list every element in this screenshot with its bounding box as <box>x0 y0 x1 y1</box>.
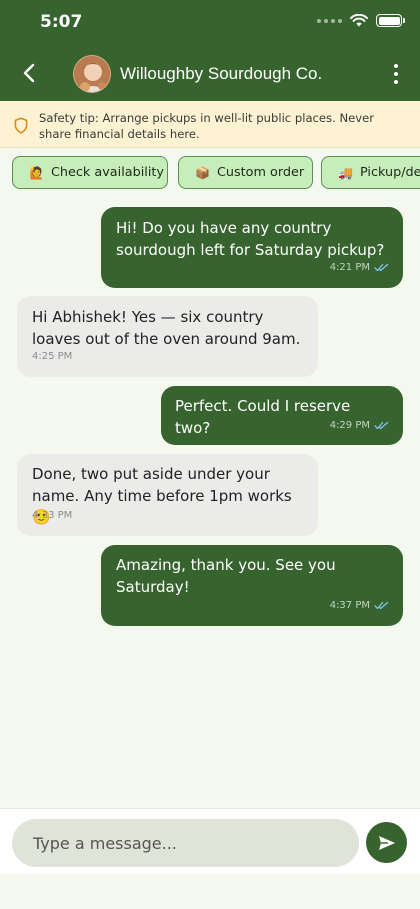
message-meta: 4:25 PM <box>32 346 72 368</box>
message-outgoing[interactable]: Hi! Do you have any country sourdough le… <box>101 207 403 288</box>
message-text: Hi Abhishek! Yes — six country loaves ou… <box>32 308 301 348</box>
chip-pickup-delivery[interactable]: 🚚 Pickup/delivery <box>321 156 420 189</box>
safety-tip-text: Safety tip: Arrange pickups in well-lit … <box>39 111 375 141</box>
back-button[interactable] <box>14 58 44 88</box>
signal-icon <box>317 18 342 23</box>
chip-label: Check availability <box>50 165 164 180</box>
avatar[interactable] <box>73 55 111 93</box>
message-incoming[interactable]: Hi Abhishek! Yes — six country loaves ou… <box>17 296 318 377</box>
message-time: 4:25 PM <box>32 350 73 362</box>
wifi-icon <box>350 14 368 27</box>
send-icon <box>378 835 395 850</box>
message-meta: 4:37 PM <box>330 595 389 617</box>
double-check-read-icon <box>374 421 389 429</box>
message-outgoing[interactable]: Perfect. Could I reserve two? 4:29 PM <box>161 386 403 445</box>
message-time: 4:37 PM <box>329 599 370 611</box>
message-text: Amazing, thank you. See you Saturday! <box>116 556 336 596</box>
battery-icon <box>376 14 405 27</box>
message-incoming[interactable]: Done, two put aside under your name. Any… <box>17 454 318 536</box>
package-icon: 📦 <box>195 165 210 180</box>
chip-label: Pickup/delivery <box>359 165 420 180</box>
delivery-truck-icon: 🚚 <box>338 165 353 180</box>
send-button[interactable] <box>366 822 407 863</box>
conversation-title[interactable]: Willoughby Sourdough Co. <box>120 64 322 84</box>
message-time: 4:21 PM <box>329 261 370 273</box>
double-check-read-icon <box>374 601 389 609</box>
message-input[interactable] <box>12 819 359 867</box>
message-meta: 4:33 PM <box>32 505 72 527</box>
chip-check-availability[interactable]: 🙋 Check availability <box>12 156 168 189</box>
message-text: Done, two put aside under your name. Any… <box>32 465 292 526</box>
double-check-read-icon <box>374 263 389 271</box>
message-text: Hi! Do you have any country sourdough le… <box>116 219 385 259</box>
quick-reply-bar: 🙋 Check availability 📦 Custom order 🚚 Pi… <box>0 148 420 200</box>
status-time: 5:07 <box>40 12 83 32</box>
raising-hand-icon: 🙋 <box>29 165 44 180</box>
chip-custom-order[interactable]: 📦 Custom order <box>178 156 313 189</box>
shop-avatar-image <box>74 56 110 92</box>
safety-banner: Safety tip: Arrange pickups in well-lit … <box>0 101 420 148</box>
chip-label: Custom order <box>216 165 305 180</box>
message-meta: 4:21 PM <box>330 257 389 279</box>
vertical-ellipsis-icon <box>394 64 398 68</box>
message-time: 4:29 PM <box>329 419 370 431</box>
shield-icon <box>14 117 28 134</box>
message-time: 4:33 PM <box>32 509 73 521</box>
status-icons <box>317 14 405 27</box>
message-meta: 4:29 PM <box>330 415 389 437</box>
message-outgoing[interactable]: Amazing, thank you. See you Saturday! 4:… <box>101 545 403 626</box>
message-composer <box>0 808 420 874</box>
chevron-left-icon <box>23 63 35 83</box>
more-options-button[interactable] <box>384 60 408 88</box>
app-header: 5:07 Willoughby Sourdough Co. <box>0 0 420 101</box>
